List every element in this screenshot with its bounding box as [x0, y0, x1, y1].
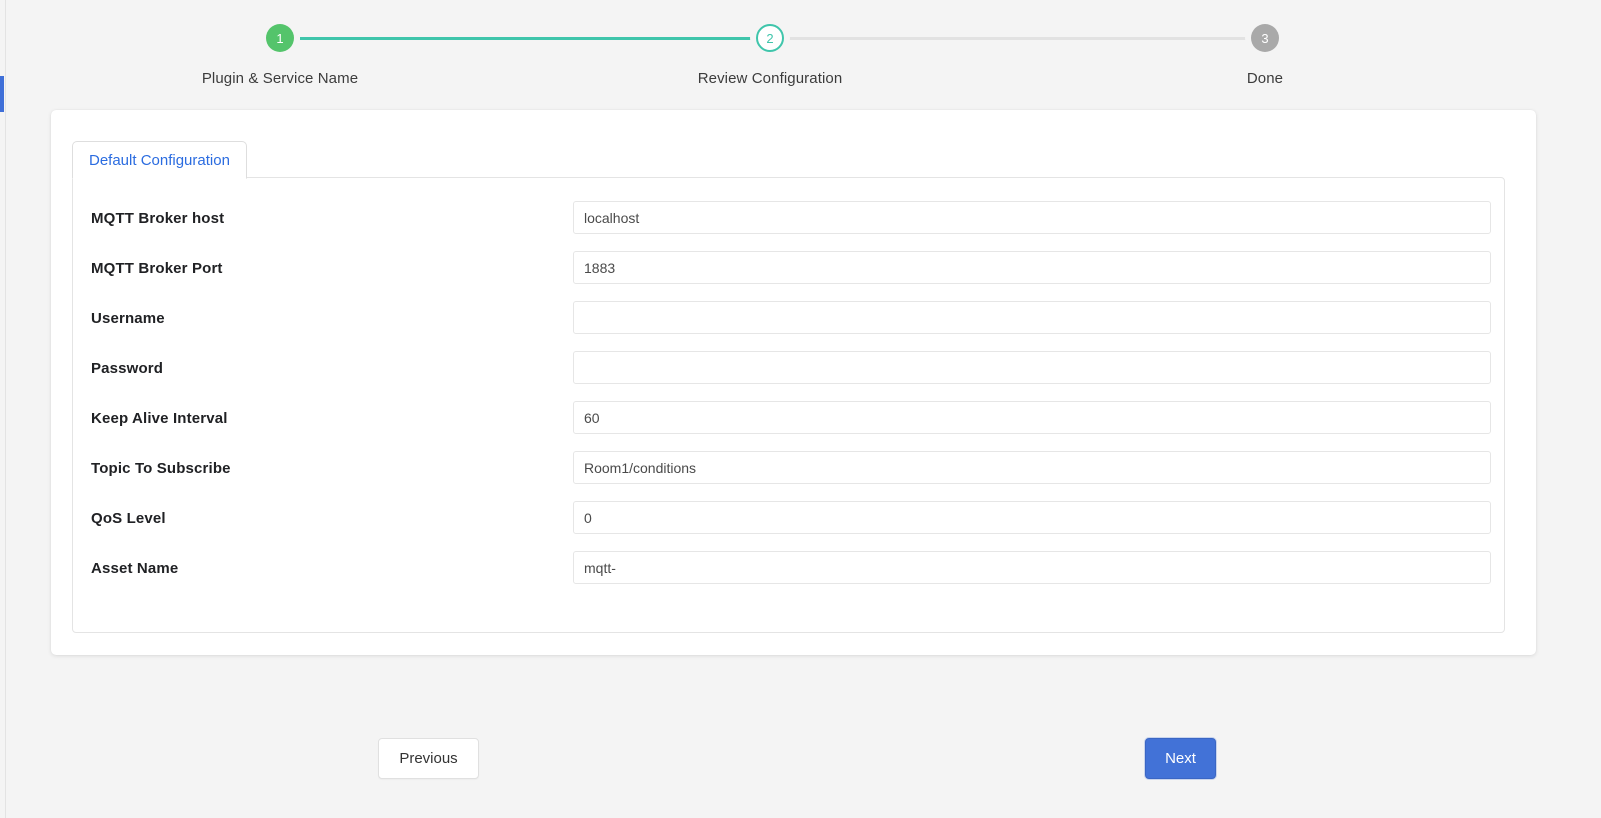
stepper-step-3[interactable]: 3 Done	[1165, 14, 1365, 87]
stepper-label-3: Done	[1246, 70, 1284, 87]
form-row-topic-to-subscribe: Topic To Subscribe	[73, 449, 1506, 499]
label-asset-name: Asset Name	[91, 560, 179, 577]
form-row-qos-level: QoS Level	[73, 499, 1506, 549]
input-topic-to-subscribe[interactable]	[573, 451, 1491, 484]
input-keep-alive-interval[interactable]	[573, 401, 1491, 434]
tab-bar: Default Configuration	[72, 138, 247, 179]
left-edge-divider	[5, 0, 6, 818]
stepper-bubble-1: 1	[266, 24, 294, 52]
form-row-username: Username	[73, 299, 1506, 349]
label-qos-level: QoS Level	[91, 510, 166, 527]
stepper-label-2: Review Configuration	[697, 70, 843, 87]
stepper-connector-1	[300, 37, 770, 40]
form-row-mqtt-broker-host: MQTT Broker host	[73, 199, 1506, 249]
label-keep-alive-interval: Keep Alive Interval	[91, 410, 228, 427]
label-mqtt-broker-host: MQTT Broker host	[91, 210, 225, 227]
configuration-form: MQTT Broker host MQTT Broker Port Userna…	[73, 178, 1506, 599]
input-username[interactable]	[573, 301, 1491, 334]
stepper-bubble-3: 3	[1251, 24, 1279, 52]
stepper-step-1[interactable]: 1 Plugin & Service Name	[180, 14, 380, 87]
wizard-stepper: 1 Plugin & Service Name 2 Review Configu…	[180, 14, 1400, 94]
input-mqtt-broker-port[interactable]	[573, 251, 1491, 284]
form-row-password: Password	[73, 349, 1506, 399]
previous-button[interactable]: Previous	[378, 738, 479, 779]
label-mqtt-broker-port: MQTT Broker Port	[91, 260, 223, 277]
label-topic-to-subscribe: Topic To Subscribe	[91, 460, 231, 477]
input-password[interactable]	[573, 351, 1491, 384]
form-row-keep-alive-interval: Keep Alive Interval	[73, 399, 1506, 449]
stepper-connector-2	[788, 37, 1278, 40]
page-root: 1 Plugin & Service Name 2 Review Configu…	[0, 0, 1601, 818]
stepper-bubble-2: 2	[756, 24, 784, 52]
stepper-label-1: Plugin & Service Name	[201, 70, 359, 87]
next-button[interactable]: Next	[1145, 738, 1216, 779]
form-row-asset-name: Asset Name	[73, 549, 1506, 599]
label-username: Username	[91, 310, 165, 327]
label-password: Password	[91, 360, 164, 377]
stepper-step-2[interactable]: 2 Review Configuration	[670, 14, 870, 87]
sidebar-active-accent	[0, 76, 4, 112]
input-qos-level[interactable]	[573, 501, 1491, 534]
tab-default-configuration[interactable]: Default Configuration	[72, 141, 247, 179]
input-asset-name[interactable]	[573, 551, 1491, 584]
form-row-mqtt-broker-port: MQTT Broker Port	[73, 249, 1506, 299]
input-mqtt-broker-host[interactable]	[573, 201, 1491, 234]
configuration-card: Default Configuration MQTT Broker host M…	[51, 110, 1536, 655]
tab-panel-default-configuration: MQTT Broker host MQTT Broker Port Userna…	[72, 177, 1505, 633]
